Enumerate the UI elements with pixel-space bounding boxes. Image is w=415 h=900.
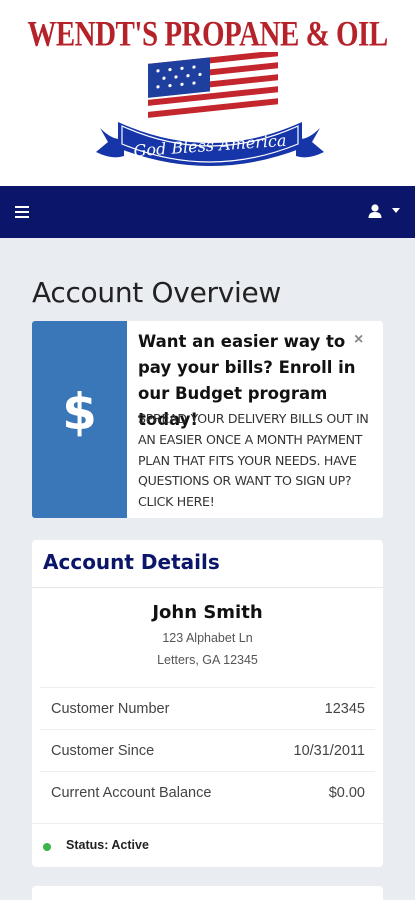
user-menu-button[interactable] <box>366 203 402 223</box>
detail-row-account-balance: Current Account Balance $0.00 <box>40 771 375 813</box>
promo-text[interactable]: SPREAD YOUR DELIVERY BILLS OUT IN AN EAS… <box>138 409 378 513</box>
promo-icon-panel: $ <box>32 321 127 518</box>
top-navbar <box>0 186 415 238</box>
card-title: Account Details <box>43 550 220 574</box>
status-row: Status: Active <box>32 823 383 867</box>
logo-title: WENDT'S PROPANE & OIL <box>27 14 388 54</box>
detail-value: 10/31/2011 <box>293 743 366 759</box>
detail-row-customer-number: Customer Number 12345 <box>40 687 375 729</box>
detail-label: Customer Number <box>51 701 170 717</box>
detail-label: Current Account Balance <box>51 785 212 801</box>
status-badge: Status: Active <box>66 838 149 852</box>
hamburger-icon[interactable] <box>15 206 29 218</box>
budget-program-promo[interactable]: $ × Want an easier way to pay your bills… <box>32 321 383 518</box>
address-line-1: 123 Alphabet Ln <box>162 631 253 645</box>
dollar-icon: $ <box>62 383 97 441</box>
card-header: Account Details <box>32 540 383 588</box>
detail-row-customer-since: Customer Since 10/31/2011 <box>40 729 375 771</box>
detail-value: 12345 <box>324 701 365 717</box>
detail-value: $0.00 <box>328 785 365 801</box>
chevron-down-icon <box>392 208 400 213</box>
detail-label: Customer Since <box>51 743 155 759</box>
page-title: Account Overview <box>32 276 281 309</box>
status-dot-icon <box>43 843 51 851</box>
address-line-2: Letters, GA 12345 <box>157 653 258 667</box>
next-card <box>32 886 383 900</box>
logo-header: WENDT'S PROPANE & OIL God Bless America <box>0 0 415 186</box>
customer-name: John Smith <box>152 602 263 623</box>
user-icon <box>368 204 382 218</box>
